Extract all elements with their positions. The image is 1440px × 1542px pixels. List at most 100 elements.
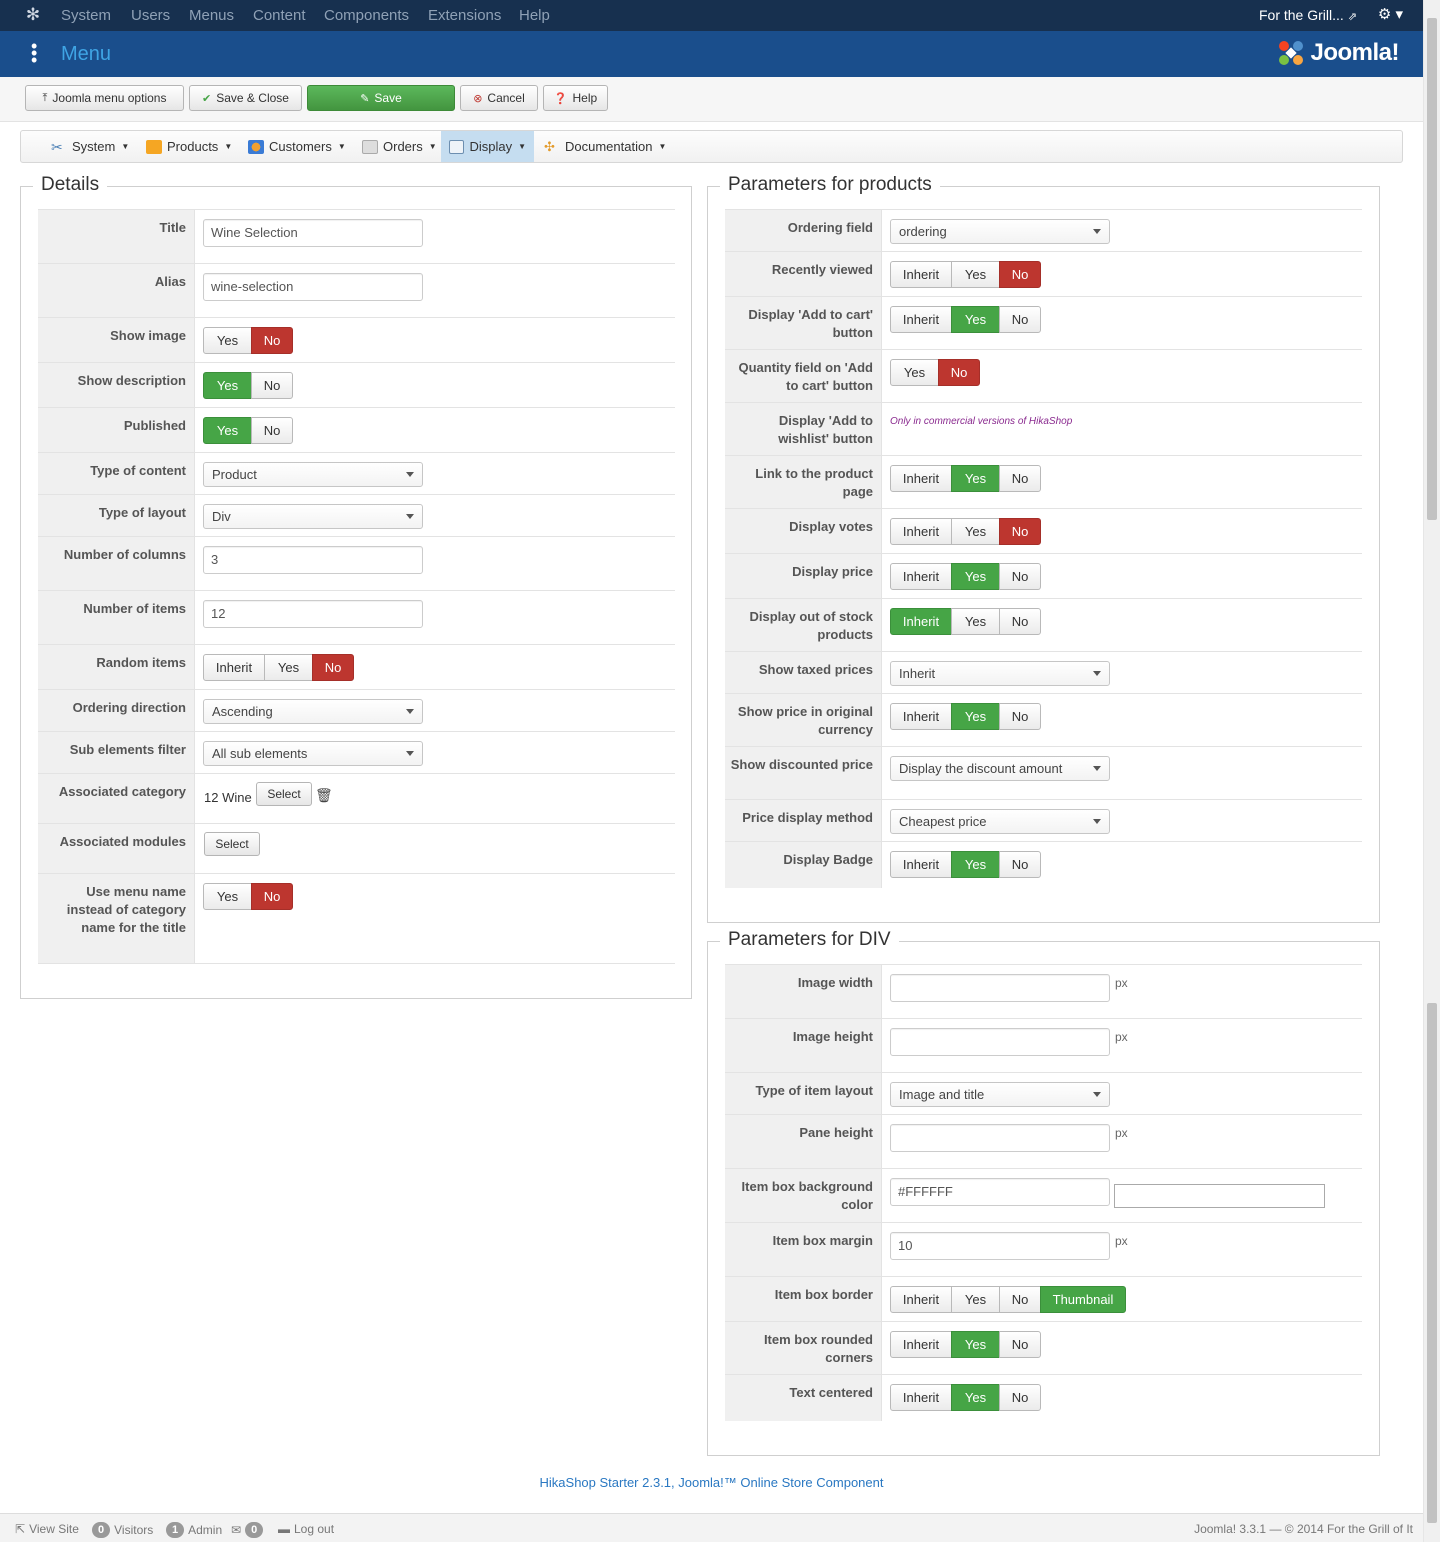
toggle-no[interactable]: No (999, 306, 1041, 333)
nav-menus[interactable]: Menus (189, 7, 234, 24)
toggle-inherit[interactable]: Inherit (890, 518, 952, 545)
toggle-inherit[interactable]: Inherit (890, 1331, 952, 1358)
title-input[interactable]: Wine Selection (203, 219, 423, 247)
select-category-button[interactable]: Select (256, 782, 312, 806)
vertical-scrollbar[interactable] (1423, 0, 1440, 1542)
bg-color-input[interactable]: #FFFFFF (890, 1178, 1110, 1206)
toggle-yes[interactable]: Yes (203, 417, 252, 444)
toggle-yes[interactable]: Yes (951, 306, 1000, 333)
cancel-button[interactable]: ⊗ Cancel (460, 85, 538, 111)
joomla-logo-icon[interactable]: ✻ (24, 6, 42, 24)
toggle-no[interactable]: No (999, 1286, 1041, 1313)
toggle-no[interactable]: No (999, 518, 1041, 545)
toggle-no[interactable]: No (999, 703, 1041, 730)
toggle-no[interactable]: No (251, 327, 293, 354)
scrollbar-thumb-bottom[interactable] (1427, 1003, 1437, 1523)
select-modules-button[interactable]: Select (204, 832, 260, 856)
toggle-no[interactable]: No (312, 654, 354, 681)
hm-customers[interactable]: Customers ▼ (240, 131, 354, 162)
toggle-thumbnail[interactable]: Thumbnail (1040, 1286, 1126, 1313)
toggle-no[interactable]: No (999, 608, 1041, 635)
alias-input[interactable]: wine-selection (203, 273, 423, 301)
hm-documentation[interactable]: ✣ Documentation ▼ (536, 131, 674, 162)
nav-content[interactable]: Content (253, 7, 306, 24)
item-layout-select[interactable]: Image and title (890, 1082, 1110, 1107)
hm-products[interactable]: Products ▼ (138, 131, 240, 162)
toggle-no[interactable]: No (999, 465, 1041, 492)
hikashop-credit-link[interactable]: HikaShop Starter 2.3.1, Joomla!™ Online … (0, 1475, 1423, 1490)
toggle-no[interactable]: No (999, 563, 1041, 590)
toggle-yes[interactable]: Yes (951, 1384, 1000, 1411)
save-close-button[interactable]: ✔ Save & Close (189, 85, 302, 111)
toggle-yes[interactable]: Yes (951, 1331, 1000, 1358)
taxed-select[interactable]: Inherit (890, 661, 1110, 686)
ordering-field-select[interactable]: ordering (890, 219, 1110, 244)
toggle-no[interactable]: No (999, 1331, 1041, 1358)
trash-icon[interactable]: 🗑 (315, 787, 333, 804)
toggle-yes[interactable]: Yes (203, 883, 252, 910)
nav-extensions[interactable]: Extensions (428, 7, 501, 24)
toggle-inherit[interactable]: Inherit (890, 608, 952, 635)
hm-system[interactable]: ✂ System ▼ (43, 131, 137, 162)
image-width-input[interactable] (890, 974, 1110, 1002)
hm-orders[interactable]: Orders ▼ (354, 131, 445, 162)
toggle-inherit[interactable]: Inherit (890, 851, 952, 878)
toggle-no[interactable]: No (251, 883, 293, 910)
columns-input[interactable]: 3 (203, 546, 423, 574)
toggle-yes[interactable]: Yes (951, 1286, 1000, 1313)
nav-components[interactable]: Components (324, 7, 409, 24)
toggle-yes[interactable]: Yes (890, 359, 939, 386)
logout-link[interactable]: ▬ Log out (278, 1522, 334, 1536)
toggle-inherit[interactable]: Inherit (890, 563, 952, 590)
help-button[interactable]: ❓ Help (543, 85, 608, 111)
toggle-yes[interactable]: Yes (951, 518, 1000, 545)
hm-display[interactable]: Display ▼ (441, 131, 534, 162)
toggle-no[interactable]: No (251, 372, 293, 399)
color-preview-swatch[interactable] (1114, 1184, 1325, 1208)
toggle-inherit[interactable]: Inherit (890, 1286, 952, 1313)
toggle-yes[interactable]: Yes (951, 563, 1000, 590)
site-link[interactable]: For the Grill... ⇗ (1259, 7, 1357, 23)
image-height-input[interactable] (890, 1028, 1110, 1056)
toggle-no[interactable]: No (999, 1384, 1041, 1411)
nav-system[interactable]: System (61, 7, 111, 24)
row-columns: Number of columns 3 (38, 537, 675, 591)
view-site-link[interactable]: ⇱ View Site (15, 1522, 79, 1536)
toggle-inherit[interactable]: Inherit (890, 261, 952, 288)
toggle-inherit[interactable]: Inherit (890, 306, 952, 333)
chevron-down-icon (1093, 819, 1101, 824)
toggle-yes[interactable]: Yes (951, 608, 1000, 635)
vertical-menu-icon[interactable]: • • • (31, 37, 37, 69)
nav-users[interactable]: Users (131, 7, 170, 24)
type-layout-select[interactable]: Div (203, 504, 423, 529)
price-method-select[interactable]: Cheapest price (890, 809, 1110, 834)
toggle-yes[interactable]: Yes (951, 703, 1000, 730)
toggle-inherit[interactable]: Inherit (890, 465, 952, 492)
messages-status[interactable]: ✉ 0 (231, 1522, 264, 1538)
toggle-inherit[interactable]: Inherit (890, 1384, 952, 1411)
toggle-yes[interactable]: Yes (951, 465, 1000, 492)
pane-height-input[interactable] (890, 1124, 1110, 1152)
toggle-no[interactable]: No (251, 417, 293, 444)
gear-icon[interactable]: ⚙ ▾ (1378, 5, 1403, 23)
items-input[interactable]: 12 (203, 600, 423, 628)
scrollbar-thumb-top[interactable] (1427, 18, 1437, 520)
toggle-yes[interactable]: Yes (203, 372, 252, 399)
toggle-no[interactable]: No (938, 359, 980, 386)
discounted-select[interactable]: Display the discount amount (890, 756, 1110, 781)
type-content-select[interactable]: Product (203, 462, 423, 487)
ordering-direction-select[interactable]: Ascending (203, 699, 423, 724)
toggle-no[interactable]: No (999, 261, 1041, 288)
margin-input[interactable]: 10 (890, 1232, 1110, 1260)
toggle-yes[interactable]: Yes (951, 851, 1000, 878)
save-button[interactable]: ✎ Save (307, 85, 455, 111)
sub-filter-select[interactable]: All sub elements (203, 741, 423, 766)
toggle-no[interactable]: No (999, 851, 1041, 878)
toggle-inherit[interactable]: Inherit (890, 703, 952, 730)
toggle-yes[interactable]: Yes (264, 654, 313, 681)
toggle-yes[interactable]: Yes (203, 327, 252, 354)
joomla-menu-options-button[interactable]: ⤒ Joomla menu options (25, 85, 184, 111)
toggle-inherit[interactable]: Inherit (203, 654, 265, 681)
nav-help[interactable]: Help (519, 7, 550, 24)
toggle-yes[interactable]: Yes (951, 261, 1000, 288)
